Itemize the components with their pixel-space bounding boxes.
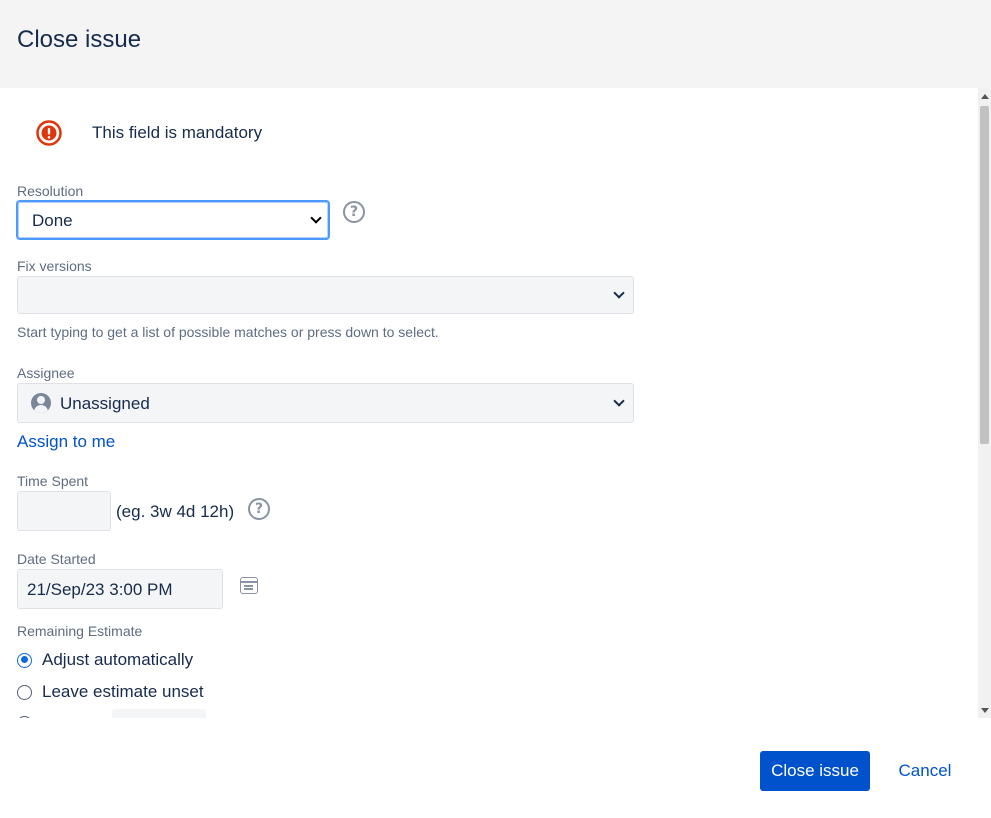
date-started-value: 21/Sep/23 3:00 PM [27,580,173,599]
time-spent-example: (eg. 3w 4d 12h) [116,502,235,521]
cancel-button[interactable]: Cancel [886,751,964,791]
fix-versions-label: Fix versions [17,258,92,274]
resolution-selected-value: Done [32,211,73,230]
dialog-header: Close issue [0,0,991,88]
radio-leave-estimate-unset[interactable]: Leave estimate unset [17,681,204,703]
scroll-down-arrow-icon[interactable] [981,708,989,713]
question-circle-icon[interactable]: ? [343,201,365,223]
alert-message: This field is mandatory [92,123,263,142]
assignee-selected-value: Unassigned [60,394,150,413]
assignee-label: Assignee [17,365,75,381]
vertical-scrollbar[interactable] [978,88,991,718]
dialog-title: Close issue [17,26,142,53]
radio-button[interactable] [17,684,32,700]
chevron-down-icon [310,212,322,224]
error-icon [36,120,62,146]
radio-label: Leave estimate unset [42,682,204,701]
time-spent-label: Time Spent [17,473,89,489]
fix-versions-input[interactable] [17,276,634,314]
remaining-estimate-label: Remaining Estimate [17,623,143,639]
dialog-footer: Close issue Cancel [0,718,991,818]
radio-label: Adjust automatically [42,650,194,669]
mandatory-field-alert: This field is mandatory [36,118,262,148]
close-issue-button[interactable]: Close issue [760,751,870,791]
radio-button-checked[interactable] [17,652,32,668]
question-circle-icon[interactable]: ? [248,498,270,520]
fix-versions-hint: Start typing to get a list of possible m… [17,324,439,340]
date-started-label: Date Started [17,551,96,567]
scrollbar-thumb[interactable] [980,106,989,444]
dialog-content[interactable]: This field is mandatory Resolution Done … [0,88,978,718]
chevron-down-icon[interactable] [613,287,625,299]
time-spent-input[interactable] [17,491,111,531]
user-avatar-icon [31,393,51,413]
estimate-value-input[interactable] [112,709,206,718]
calendar-icon[interactable] [240,577,258,594]
date-started-input[interactable]: 21/Sep/23 3:00 PM [17,569,223,609]
resolution-label: Resolution [17,183,84,199]
scroll-up-arrow-icon[interactable] [981,94,989,99]
assign-to-me-link[interactable]: Assign to me [17,432,115,452]
resolution-select[interactable]: Done [16,200,330,240]
assignee-select[interactable]: Unassigned [17,383,634,423]
chevron-down-icon [613,395,625,407]
radio-adjust-automatically[interactable]: Adjust automatically [17,649,193,671]
